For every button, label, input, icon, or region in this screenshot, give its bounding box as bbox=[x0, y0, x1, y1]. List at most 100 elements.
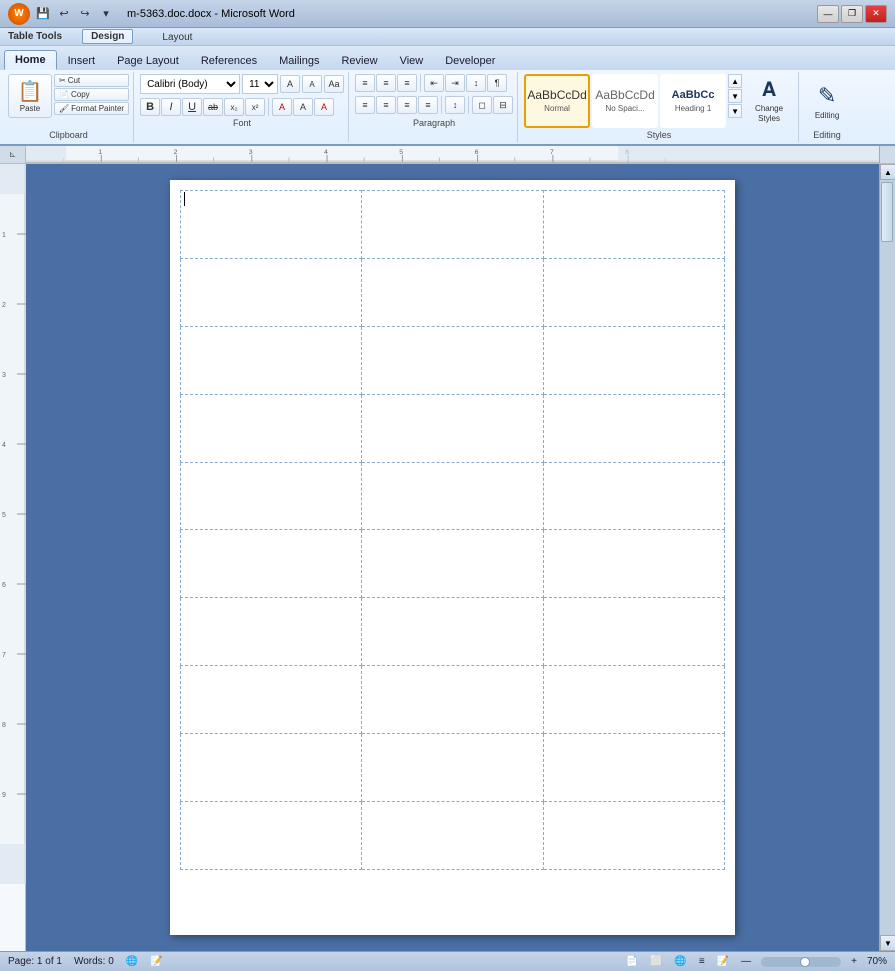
table-cell[interactable] bbox=[543, 394, 724, 462]
tab-references[interactable]: References bbox=[190, 51, 268, 70]
scroll-thumb[interactable] bbox=[881, 182, 893, 242]
styles-more[interactable]: ▼ bbox=[728, 104, 742, 118]
tab-mailings[interactable]: Mailings bbox=[268, 51, 330, 70]
decrease-indent-button[interactable]: ⇤ bbox=[424, 74, 444, 92]
center-button[interactable]: ≡ bbox=[376, 96, 396, 114]
table-cell[interactable] bbox=[362, 326, 543, 394]
restore-button[interactable]: ❐ bbox=[841, 5, 863, 23]
scroll-up-arrow[interactable]: ▲ bbox=[880, 164, 895, 180]
table-cell[interactable] bbox=[543, 462, 724, 530]
shrink-font-button[interactable]: A bbox=[302, 75, 322, 93]
font-size-select[interactable]: 11 bbox=[242, 74, 278, 94]
language-icon[interactable]: 🌐 bbox=[126, 956, 138, 967]
style-normal[interactable]: AaBbCcDd Normal bbox=[524, 74, 590, 128]
undo-button[interactable]: ↩ bbox=[55, 5, 73, 23]
track-changes-icon[interactable]: 📝 bbox=[150, 956, 162, 967]
styles-scroll-up[interactable]: ▲ bbox=[728, 74, 742, 88]
scroll-track[interactable] bbox=[880, 180, 895, 935]
scroll-down-arrow[interactable]: ▼ bbox=[880, 935, 895, 951]
table-cell[interactable] bbox=[362, 462, 543, 530]
tab-review[interactable]: Review bbox=[330, 51, 388, 70]
format-painter-button[interactable]: 🖌 Format Painter bbox=[54, 102, 129, 115]
view-outline-button[interactable]: ≡ bbox=[697, 956, 707, 967]
tab-view[interactable]: View bbox=[389, 51, 435, 70]
view-fullscreen-button[interactable]: ⬜ bbox=[648, 956, 664, 967]
paste-button[interactable]: 📋 Paste bbox=[8, 74, 52, 118]
table-cell[interactable] bbox=[543, 191, 724, 259]
table-cell[interactable] bbox=[181, 326, 362, 394]
bullets-button[interactable]: ≡ bbox=[355, 74, 375, 92]
cut-button[interactable]: ✂ Cut bbox=[54, 74, 129, 87]
zoom-minus-button[interactable]: — bbox=[739, 956, 753, 967]
table-cell[interactable] bbox=[543, 326, 724, 394]
close-button[interactable]: ✕ bbox=[865, 5, 887, 23]
editing-button[interactable]: ✎ Editing bbox=[805, 74, 849, 128]
vertical-scrollbar[interactable]: ▲ ▼ bbox=[879, 164, 895, 951]
font-name-select[interactable]: Calibri (Body) bbox=[140, 74, 240, 94]
tab-design[interactable]: Design bbox=[82, 29, 133, 44]
table-cell[interactable] bbox=[181, 191, 362, 259]
line-spacing-button[interactable]: ↕ bbox=[445, 96, 465, 114]
table-cell[interactable] bbox=[362, 734, 543, 802]
tab-home[interactable]: Home bbox=[4, 50, 57, 70]
strikethrough-button[interactable]: ab bbox=[203, 98, 223, 116]
view-web-button[interactable]: 🌐 bbox=[672, 956, 688, 967]
table-cell[interactable] bbox=[543, 666, 724, 734]
align-right-button[interactable]: ≡ bbox=[397, 96, 417, 114]
highlight-button[interactable]: A bbox=[293, 98, 313, 116]
table-cell[interactable] bbox=[362, 258, 543, 326]
document-area[interactable] bbox=[26, 164, 879, 951]
table-cell[interactable] bbox=[181, 258, 362, 326]
clear-formatting-button[interactable]: Aa bbox=[324, 75, 344, 93]
underline-button[interactable]: U bbox=[182, 98, 202, 116]
change-styles-button[interactable]: 𝐀 Change Styles bbox=[744, 74, 794, 128]
table-cell[interactable] bbox=[181, 530, 362, 598]
table-cell[interactable] bbox=[181, 734, 362, 802]
table-cell[interactable] bbox=[362, 598, 543, 666]
style-heading1[interactable]: AaBbCc Heading 1 bbox=[660, 74, 726, 128]
table-cell[interactable] bbox=[362, 394, 543, 462]
table-cell[interactable] bbox=[362, 530, 543, 598]
table-cell[interactable] bbox=[543, 530, 724, 598]
tab-page-layout[interactable]: Page Layout bbox=[106, 51, 190, 70]
table-cell[interactable] bbox=[181, 462, 362, 530]
table-cell[interactable] bbox=[543, 802, 724, 870]
view-draft-button[interactable]: 📝 bbox=[715, 956, 731, 967]
table-cell[interactable] bbox=[543, 258, 724, 326]
zoom-thumb[interactable] bbox=[800, 957, 810, 967]
tab-insert[interactable]: Insert bbox=[57, 51, 107, 70]
zoom-slider[interactable] bbox=[761, 957, 841, 967]
redo-button[interactable]: ↪ bbox=[76, 5, 94, 23]
font-color-button[interactable]: A bbox=[314, 98, 334, 116]
table-cell[interactable] bbox=[181, 394, 362, 462]
border-button[interactable]: ⊟ bbox=[493, 96, 513, 114]
subscript-button[interactable]: x₂ bbox=[224, 98, 244, 116]
table-cell[interactable] bbox=[543, 598, 724, 666]
text-effects-button[interactable]: A bbox=[272, 98, 292, 116]
increase-indent-button[interactable]: ⇥ bbox=[445, 74, 465, 92]
minimize-button[interactable]: — bbox=[817, 5, 839, 23]
table-cell[interactable] bbox=[362, 802, 543, 870]
tab-layout[interactable]: Layout bbox=[153, 30, 201, 44]
show-hide-button[interactable]: ¶ bbox=[487, 74, 507, 92]
shading-button[interactable]: ◻ bbox=[472, 96, 492, 114]
table-cell[interactable] bbox=[181, 802, 362, 870]
bold-button[interactable]: B bbox=[140, 98, 160, 116]
numbering-button[interactable]: ≡ bbox=[376, 74, 396, 92]
view-print-button[interactable]: 📄 bbox=[623, 956, 639, 967]
table-cell[interactable] bbox=[362, 191, 543, 259]
style-nospacing[interactable]: AaBbCcDd No Spaci... bbox=[592, 74, 658, 128]
table-cell[interactable] bbox=[181, 598, 362, 666]
document-page[interactable] bbox=[170, 180, 735, 935]
document-table[interactable] bbox=[180, 190, 725, 870]
sort-button[interactable]: ↕ bbox=[466, 74, 486, 92]
grow-font-button[interactable]: A bbox=[280, 75, 300, 93]
quick-access-dropdown[interactable]: ▾ bbox=[97, 5, 115, 23]
styles-scroll-down[interactable]: ▼ bbox=[728, 89, 742, 103]
table-cell[interactable] bbox=[362, 666, 543, 734]
copy-button[interactable]: 📄 Copy bbox=[54, 88, 129, 101]
align-left-button[interactable]: ≡ bbox=[355, 96, 375, 114]
zoom-plus-button[interactable]: + bbox=[849, 956, 859, 967]
italic-button[interactable]: I bbox=[161, 98, 181, 116]
save-button[interactable]: 💾 bbox=[34, 5, 52, 23]
